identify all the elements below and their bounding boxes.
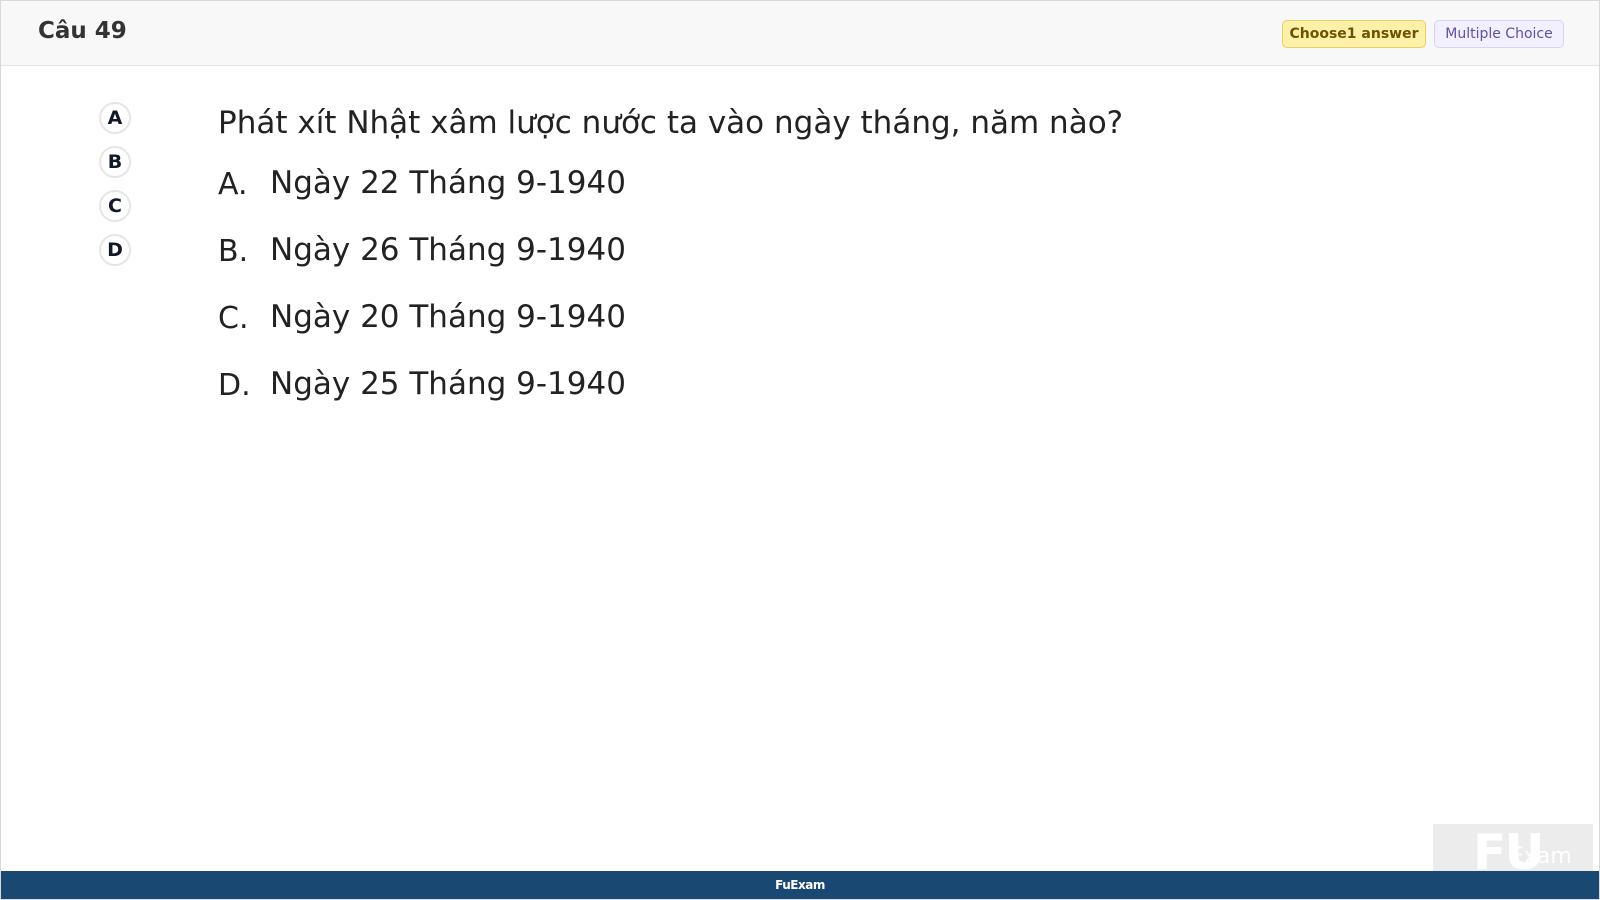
answer-option-a[interactable]: A. Ngày 22 Tháng 9-1940 bbox=[218, 165, 1518, 232]
answer-text: Ngày 20 Tháng 9-1940 bbox=[270, 299, 626, 335]
footer-brand: FuExam bbox=[775, 878, 825, 892]
question-text: Phát xít Nhật xâm lược nước ta vào ngày … bbox=[218, 105, 1124, 141]
answer-text: Ngày 22 Tháng 9-1940 bbox=[270, 165, 626, 201]
answer-letter: B. bbox=[218, 234, 249, 269]
choice-b-button[interactable]: B bbox=[99, 146, 131, 178]
choice-d-button[interactable]: D bbox=[99, 234, 131, 266]
answer-text: Ngày 26 Tháng 9-1940 bbox=[270, 232, 626, 268]
choice-c-button[interactable]: C bbox=[99, 190, 131, 222]
answer-letter: A. bbox=[218, 167, 248, 202]
question-header: Câu 49 Choose1 answer Multiple Choice bbox=[1, 1, 1599, 66]
answer-option-d[interactable]: D. Ngày 25 Tháng 9-1940 bbox=[218, 366, 1518, 433]
answer-letter: C. bbox=[218, 301, 249, 336]
question-content: Phát xít Nhật xâm lược nước ta vào ngày … bbox=[218, 99, 1518, 433]
answer-text: Ngày 25 Tháng 9-1940 bbox=[270, 366, 626, 402]
answer-letter: D. bbox=[218, 368, 251, 403]
answer-choice-navigator: A B C D bbox=[99, 102, 135, 278]
exam-page: Câu 49 Choose1 answer Multiple Choice A … bbox=[0, 0, 1600, 900]
footer-bar: FuExam bbox=[1, 871, 1599, 899]
choose-answer-badge: Choose1 answer bbox=[1282, 20, 1426, 48]
answer-option-b[interactable]: B. Ngày 26 Tháng 9-1940 bbox=[218, 232, 1518, 299]
choice-a-button[interactable]: A bbox=[99, 102, 131, 134]
question-number: Câu 49 bbox=[38, 18, 127, 44]
question-type-badge: Multiple Choice bbox=[1434, 20, 1564, 48]
watermark-text: Exam bbox=[1510, 844, 1572, 869]
answer-option-c[interactable]: C. Ngày 20 Tháng 9-1940 bbox=[218, 299, 1518, 366]
